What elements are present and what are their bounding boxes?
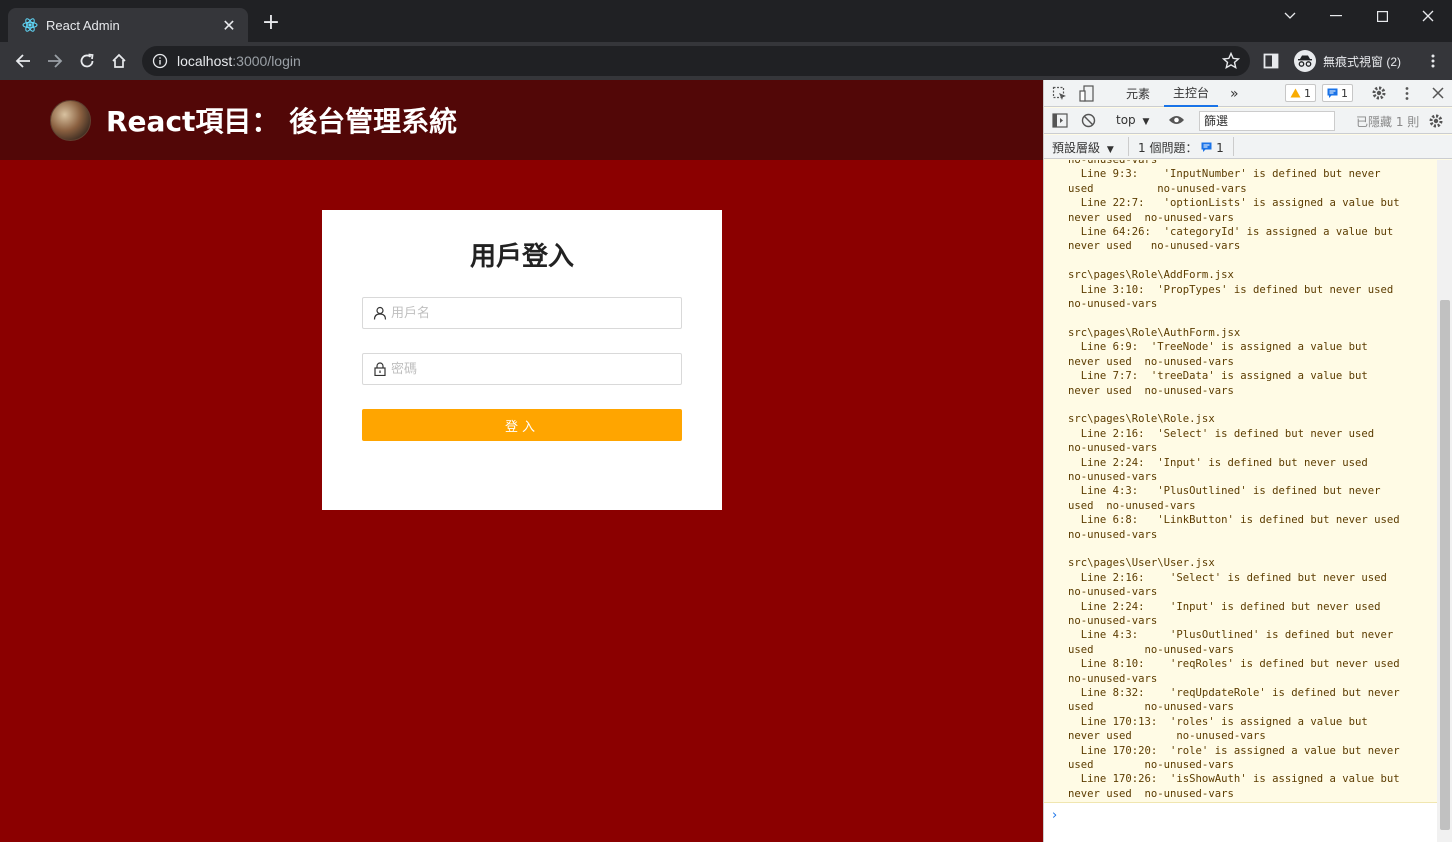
settings-gear-icon[interactable] <box>1371 85 1387 101</box>
console-log-text: no-unused-vars Line 9:3: 'InputNumber' i… <box>1068 160 1400 800</box>
message-count: 1 <box>1341 86 1348 100</box>
devtools-menu-icon[interactable] <box>1405 86 1409 101</box>
prompt-chevron-icon: › <box>1052 808 1058 823</box>
login-button[interactable]: 登入 <box>362 409 682 441</box>
incognito-icon <box>1294 50 1316 72</box>
message-icon <box>1327 88 1338 98</box>
react-favicon-icon <box>22 18 38 32</box>
log-levels-label: 預設層級 <box>1052 141 1101 155</box>
reload-icon[interactable] <box>74 49 100 73</box>
tab-strip: React Admin ✕ + <box>0 0 1452 42</box>
dropdown-arrow-icon: ▼ <box>1106 145 1114 155</box>
warning-icon <box>1290 88 1301 98</box>
info-icon[interactable] <box>152 53 168 69</box>
live-expression-eye-icon[interactable] <box>1168 114 1185 126</box>
maximize-icon[interactable] <box>1359 0 1405 32</box>
tab-search-icon[interactable] <box>1267 0 1313 32</box>
tab-close-icon[interactable]: ✕ <box>220 16 238 35</box>
devtools-close-icon[interactable] <box>1432 87 1444 99</box>
tab-title: React Admin <box>46 17 120 33</box>
incognito-indicator[interactable]: 無痕式視窗 (2) <box>1290 47 1410 75</box>
page-viewport: React項目： 後台管理系統 用戶登入 登入 <box>0 80 1043 842</box>
issues-button[interactable]: 1 個問題： 1 <box>1128 137 1234 156</box>
side-panel-icon[interactable] <box>1258 49 1284 73</box>
hidden-messages-label: 已隱藏 1 則 <box>1356 115 1420 129</box>
dropdown-arrow-icon: ▼ <box>1142 117 1150 127</box>
page-header: React項目： 後台管理系統 <box>0 80 1043 160</box>
console-filter-input[interactable]: 篩選 <box>1199 111 1335 131</box>
close-window-icon[interactable] <box>1405 0 1451 32</box>
scrollbar-thumb[interactable] <box>1440 300 1450 830</box>
address-bar[interactable]: localhost :3000/login <box>142 46 1250 76</box>
issue-message-icon <box>1201 142 1212 152</box>
context-selector[interactable]: top ▼ <box>1116 113 1149 127</box>
console-toolbar: top ▼ 篩選 已隱藏 1 則 <box>1044 108 1452 134</box>
tab-console[interactable]: 主控台 <box>1164 80 1219 107</box>
warning-badge[interactable]: 1 <box>1285 84 1316 102</box>
browser-toolbar: localhost :3000/login 無痕式視窗 (2) <box>0 42 1452 80</box>
incognito-label: 無痕式視窗 (2) <box>1323 54 1402 69</box>
sidebar-toggle-icon[interactable] <box>1052 113 1068 128</box>
new-tab-icon[interactable]: + <box>258 12 284 34</box>
warning-count: 1 <box>1304 86 1311 100</box>
password-input[interactable] <box>391 355 681 383</box>
devtools-tabbar: 元素 主控台 » 1 1 <box>1044 80 1452 107</box>
tab-elements[interactable]: 元素 <box>1126 80 1150 107</box>
username-input[interactable] <box>391 299 681 327</box>
password-field[interactable] <box>362 353 682 385</box>
minimize-icon[interactable] <box>1313 0 1359 32</box>
page-title: React項目： 後台管理系統 <box>106 105 458 138</box>
forward-icon[interactable] <box>42 49 68 73</box>
back-icon[interactable] <box>10 49 36 73</box>
bookmark-star-icon[interactable] <box>1222 52 1240 70</box>
console-scrollbar[interactable] <box>1437 160 1452 842</box>
login-title: 用戶登入 <box>469 242 574 272</box>
url-path: :3000/login <box>232 53 301 69</box>
home-icon[interactable] <box>106 49 132 73</box>
url-host: localhost <box>177 53 233 69</box>
more-tabs-icon[interactable]: » <box>1230 80 1239 107</box>
logo <box>50 99 91 141</box>
console-prompt[interactable]: › <box>1044 802 1437 842</box>
inspect-element-icon[interactable] <box>1052 86 1068 102</box>
context-value: top <box>1116 113 1136 127</box>
clear-console-icon[interactable] <box>1081 113 1096 128</box>
console-settings-gear-icon[interactable] <box>1428 113 1444 129</box>
log-levels-dropdown[interactable]: 預設層級 ▼ <box>1052 139 1114 156</box>
browser-tab[interactable]: React Admin ✕ <box>8 8 248 42</box>
console-levels-bar: 預設層級 ▼ 1 個問題： 1 <box>1044 135 1452 159</box>
login-form: 用戶登入 登入 <box>322 210 722 510</box>
issues-label: 1 個問題： <box>1138 141 1198 155</box>
lock-icon <box>374 362 386 376</box>
console-output[interactable]: no-unused-vars Line 9:3: 'InputNumber' i… <box>1044 160 1437 802</box>
user-icon <box>373 306 387 320</box>
device-toolbar-icon[interactable] <box>1079 85 1095 102</box>
devtools-panel: 元素 主控台 » 1 1 top ▼ 篩選 已隱藏 1 則 預設層級 ▼ 1 個… <box>1043 80 1452 842</box>
issues-count: 1 <box>1216 141 1224 155</box>
message-badge[interactable]: 1 <box>1322 84 1353 102</box>
username-field[interactable] <box>362 297 682 329</box>
menu-kebab-icon[interactable] <box>1420 49 1446 73</box>
